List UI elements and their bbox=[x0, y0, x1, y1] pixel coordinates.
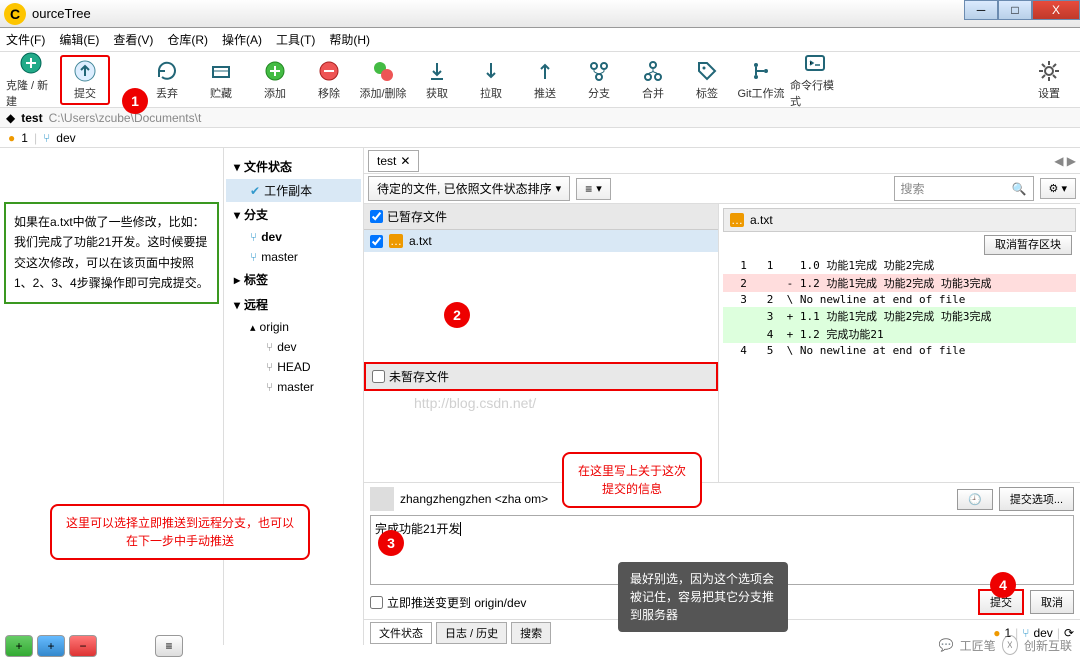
tree-branch-master[interactable]: ⑂master bbox=[226, 247, 361, 267]
addremove-button[interactable]: 添加/删除 bbox=[358, 55, 408, 105]
tag-button[interactable]: 标签 bbox=[682, 55, 732, 105]
menu-file[interactable]: 文件(F) bbox=[6, 31, 45, 48]
stash-button[interactable]: 贮藏 bbox=[196, 55, 246, 105]
menu-view[interactable]: 查看(V) bbox=[113, 31, 153, 48]
statustab-filestatus[interactable]: 文件状态 bbox=[370, 622, 432, 644]
terminal-button[interactable]: 命令行模式 bbox=[790, 55, 840, 105]
modified-icon: … bbox=[730, 213, 744, 227]
toolbar: 克隆 / 新建 提交 丢弃 贮藏 添加 移除 添加/删除 获取 拉取 推送 分支… bbox=[0, 52, 1080, 108]
tree-workingcopy[interactable]: ✔工作副本 bbox=[226, 179, 361, 202]
annotation-note: 如果在a.txt中做了一些修改，比如：我们完成了功能21开发。这时候要提交这次修… bbox=[4, 202, 219, 304]
menu-action[interactable]: 操作(A) bbox=[222, 31, 262, 48]
watermark-url: http://blog.csdn.net/ bbox=[414, 395, 768, 411]
pull-button[interactable]: 拉取 bbox=[466, 55, 516, 105]
statustab-log[interactable]: 日志 / 历史 bbox=[436, 622, 507, 644]
step-badge-1: 1 bbox=[122, 88, 148, 114]
tree-branch-dev[interactable]: ⑂dev bbox=[226, 227, 361, 247]
repo-name: test bbox=[21, 111, 42, 125]
bottom-buttons: + + − ≡ bbox=[5, 635, 183, 657]
callout-warning: 最好别选，因为这个选项会被记住，容易把其它分支推到服务器 bbox=[618, 562, 788, 632]
titlebar: C ourceTree ─ □ X bbox=[0, 0, 1080, 28]
diff-lines: 1 1 1.0 功能1完成 功能2完成 2 - 1.2 功能1完成 功能2完成 … bbox=[723, 256, 1076, 358]
tree-remote-master[interactable]: ⑂master bbox=[226, 377, 361, 397]
remove-repo-button[interactable]: − bbox=[69, 635, 97, 657]
merge-button[interactable]: 合并 bbox=[628, 55, 678, 105]
commit-cancel-button[interactable]: 取消 bbox=[1030, 590, 1074, 614]
clone-button[interactable]: 克隆 / 新建 bbox=[6, 55, 56, 105]
commit-button[interactable]: 提交 bbox=[60, 55, 110, 105]
menu-help[interactable]: 帮助(H) bbox=[329, 31, 370, 48]
repo-tab[interactable]: test ✕ bbox=[368, 150, 419, 172]
branch-icon: ⑂ bbox=[43, 131, 50, 145]
tree-remote-dev[interactable]: ⑂dev bbox=[226, 337, 361, 357]
branch-button[interactable]: 分支 bbox=[574, 55, 624, 105]
menu-tool[interactable]: 工具(T) bbox=[276, 31, 315, 48]
menu-repo[interactable]: 仓库(R) bbox=[167, 31, 208, 48]
close-button[interactable]: X bbox=[1032, 0, 1080, 20]
search-icon: 🔍 bbox=[1012, 182, 1027, 196]
add-repo-button[interactable]: + bbox=[5, 635, 33, 657]
bookmark-icon: ◆ bbox=[6, 111, 15, 125]
watermark: 💬工匠笔 ☓创新互联 bbox=[939, 635, 1072, 655]
search-input[interactable]: 搜索🔍 bbox=[894, 176, 1034, 201]
step-badge-4: 4 bbox=[990, 572, 1016, 598]
callout-push: 这里可以选择立即推送到远程分支，也可以在下一步中手动推送 bbox=[50, 504, 310, 560]
tree-origin[interactable]: ▴ origin bbox=[226, 317, 361, 337]
push-button[interactable]: 推送 bbox=[520, 55, 570, 105]
unstaged-header[interactable]: 未暂存文件 bbox=[364, 362, 718, 391]
path-bar: ◆ test C:\Users\zcube\Documents\t bbox=[0, 108, 1080, 128]
menubar: 文件(F) 编辑(E) 查看(V) 仓库(R) 操作(A) 工具(T) 帮助(H… bbox=[0, 28, 1080, 52]
callout-commitmsg: 在这里写上关于这次提交的信息 bbox=[562, 452, 702, 508]
app-icon: C bbox=[4, 3, 26, 25]
staged-file[interactable]: …a.txt bbox=[364, 230, 718, 252]
add-button[interactable]: 添加 bbox=[250, 55, 300, 105]
tree-remotes[interactable]: ▾ 远程 bbox=[226, 292, 361, 317]
minimize-button[interactable]: ─ bbox=[964, 0, 998, 20]
remove-button[interactable]: 移除 bbox=[304, 55, 354, 105]
tree-branches[interactable]: ▾ 分支 bbox=[226, 202, 361, 227]
statustab-search[interactable]: 搜索 bbox=[511, 622, 551, 644]
commit-author: zhangzhengzhen <zha om> bbox=[400, 492, 548, 506]
tree-tags[interactable]: ▸ 标签 bbox=[226, 267, 361, 292]
repo-sidebar: 如果在a.txt中做了一些修改，比如：我们完成了功能21开发。这时候要提交这次修… bbox=[0, 148, 224, 645]
step-badge-3: 3 bbox=[378, 530, 404, 556]
maximize-button[interactable]: □ bbox=[998, 0, 1032, 20]
fetch-button[interactable]: 获取 bbox=[412, 55, 462, 105]
misc-button[interactable]: ≡ bbox=[155, 635, 183, 657]
add-folder-button[interactable]: + bbox=[37, 635, 65, 657]
tree-panel: ▾ 文件状态 ✔工作副本 ▾ 分支 ⑂dev ⑂master ▸ 标签 ▾ 远程… bbox=[224, 148, 364, 645]
discard-button[interactable]: 丢弃 bbox=[142, 55, 192, 105]
nav-icons[interactable]: ◀ ▶ bbox=[1054, 154, 1076, 168]
gear-icon bbox=[1037, 59, 1061, 83]
repo-path: C:\Users\zcube\Documents\t bbox=[49, 111, 202, 125]
avatar bbox=[370, 487, 394, 511]
commit-options-button[interactable]: 提交选项... bbox=[999, 487, 1074, 511]
menu-edit[interactable]: 编辑(E) bbox=[59, 31, 99, 48]
close-tab-icon[interactable]: ✕ bbox=[400, 154, 410, 168]
gitflow-button[interactable]: Git工作流 bbox=[736, 55, 786, 105]
push-immediately-checkbox[interactable]: 立即推送变更到 origin/dev bbox=[370, 594, 526, 611]
gear-dropdown[interactable]: ⚙ ▾ bbox=[1040, 178, 1076, 199]
unstage-hunk-button[interactable]: 取消暂存区块 bbox=[984, 235, 1072, 255]
window-title: ourceTree bbox=[32, 6, 91, 21]
step-badge-2: 2 bbox=[444, 302, 470, 328]
view-mode-button[interactable]: ≡ ▾ bbox=[576, 178, 611, 200]
diff-header: … a.txt bbox=[723, 208, 1076, 232]
tree-filestatus[interactable]: ▾ 文件状态 bbox=[226, 154, 361, 179]
settings-button[interactable]: 设置 bbox=[1024, 55, 1074, 105]
sort-dropdown[interactable]: 待定的文件, 已依照文件状态排序 ▾ bbox=[368, 176, 570, 201]
staged-header[interactable]: 已暂存文件 bbox=[364, 204, 718, 230]
branch-badge-bar: ●1 | ⑂dev bbox=[0, 128, 1080, 148]
tree-remote-head[interactable]: ⑂HEAD bbox=[226, 357, 361, 377]
history-icon[interactable]: 🕘 bbox=[957, 489, 993, 510]
